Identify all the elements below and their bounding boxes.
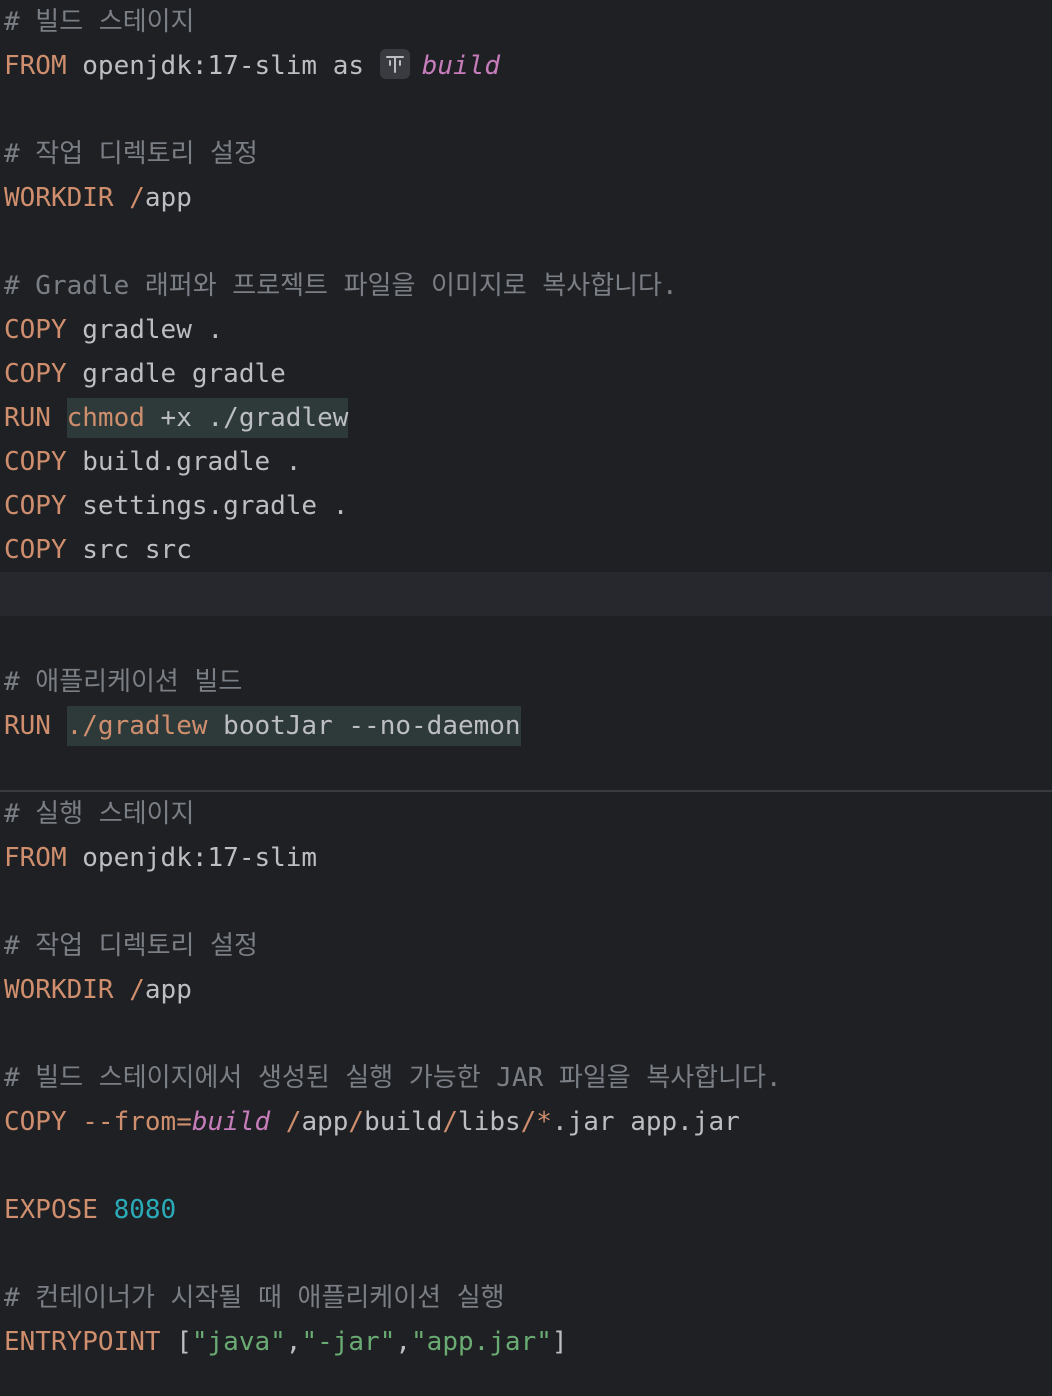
base-image: openjdk:17-slim [82, 843, 318, 873]
copy-args: gradlew . [82, 315, 224, 345]
shell-args: bootJar --no-daemon [207, 711, 521, 741]
code-line-comment: # 컨테이너가 시작될 때 애플리케이션 실행 [4, 1283, 505, 1313]
comma: , [395, 1327, 412, 1357]
bracket-close: ] [551, 1327, 568, 1357]
code-line-expose: EXPOSE 8080 [4, 1190, 176, 1230]
path-segment: app [144, 183, 192, 213]
port-number: 8080 [113, 1195, 177, 1225]
code-line-copy: COPY gradlew . [4, 310, 223, 350]
keyword-expose: EXPOSE [4, 1195, 98, 1225]
code-line-comment: # 작업 디렉토리 설정 [4, 139, 258, 169]
shell-command-highlight: ./gradlew bootJar --no-daemon [66, 706, 521, 746]
path-segment: app [301, 1107, 349, 1137]
current-line-highlight [0, 572, 1052, 616]
shell-args: +x ./gradlew [144, 403, 349, 433]
base-image: openjdk:17-slim [82, 51, 318, 81]
entrypoint-arg: "java" [191, 1327, 286, 1357]
code-line-run: RUN ./gradlew bootJar --no-daemon [4, 706, 521, 746]
path-segment: build [364, 1107, 443, 1137]
code-line-run: RUN chmod +x ./gradlew [4, 398, 349, 438]
code-line-comment: # 빌드 스테이지에서 생성된 실행 가능한 JAR 파일을 복사합니다. [4, 1063, 782, 1093]
copy-args: build.gradle . [82, 447, 302, 477]
code-line-comment: # 애플리케이션 빌드 [4, 667, 243, 697]
shell-command-highlight: chmod +x ./gradlew [66, 398, 349, 438]
keyword-copy: COPY [4, 1107, 67, 1137]
code-line-from: FROM openjdk:17-slim [4, 838, 317, 878]
keyword-run: RUN [4, 403, 51, 433]
stage-name: build [421, 51, 500, 81]
entrypoint-arg: "-jar" [301, 1327, 396, 1357]
shell-command: chmod [66, 403, 145, 433]
code-line-copy: COPY src src [4, 530, 192, 570]
path-segment: libs [458, 1107, 521, 1137]
keyword-copy: COPY [4, 315, 67, 345]
code-line-comment: # Gradle 래퍼와 프로젝트 파일을 이미지로 복사합니다. [4, 271, 678, 301]
code-line-copy: COPY settings.gradle . [4, 486, 348, 526]
path-separator: / [129, 975, 145, 1005]
copy-args: src src [82, 535, 192, 565]
code-line-copy: COPY build.gradle . [4, 442, 301, 482]
entrypoint-arg: "app.jar" [411, 1327, 552, 1357]
path-separator: / [285, 1107, 302, 1137]
copy-args: gradle gradle [82, 359, 286, 389]
code-line-workdir: WORKDIR /app [4, 178, 192, 218]
stage-icon[interactable] [379, 48, 410, 79]
keyword-copy: COPY [4, 491, 67, 521]
keyword-copy: COPY [4, 535, 67, 565]
keyword-from: FROM [4, 51, 67, 81]
code-line-comment: # 빌드 스테이지 [4, 7, 195, 37]
code-line-comment: # 실행 스테이지 [4, 799, 195, 829]
path-separator: / [442, 1107, 459, 1137]
glob-wildcard: * [536, 1107, 552, 1137]
keyword-copy: COPY [4, 447, 67, 477]
code-line-copy: COPY gradle gradle [4, 354, 286, 394]
stage-divider [0, 790, 1052, 792]
code-line-entrypoint: ENTRYPOINT ["java","-jar","app.jar"] [4, 1322, 568, 1362]
keyword-entrypoint: ENTRYPOINT [4, 1327, 161, 1357]
keyword-as: as [332, 51, 365, 81]
path-separator: / [348, 1107, 365, 1137]
bracket-open: [ [176, 1327, 192, 1357]
keyword-from: FROM [4, 843, 67, 873]
stage-reference: build [191, 1107, 271, 1137]
path-segment: app [144, 975, 192, 1005]
keyword-workdir: WORKDIR [4, 975, 114, 1005]
code-line-workdir: WORKDIR /app [4, 970, 192, 1010]
dockerfile-editor[interactable]: # 빌드 스테이지 FROM openjdk:17-slim as build … [0, 0, 1052, 1396]
path-separator: / [129, 183, 145, 213]
code-line-copy: COPY --from=build /app/build/libs/*.jar … [4, 1102, 740, 1142]
code-line-comment: # 작업 디렉토리 설정 [4, 931, 258, 961]
path-separator: / [520, 1107, 537, 1137]
comma: , [285, 1327, 302, 1357]
keyword-copy: COPY [4, 359, 67, 389]
keyword-run: RUN [4, 711, 51, 741]
copy-args: settings.gradle . [82, 491, 349, 521]
copy-args: .jar app.jar [551, 1107, 740, 1137]
shell-command: ./gradlew [66, 711, 208, 741]
keyword-workdir: WORKDIR [4, 183, 114, 213]
from-flag: --from= [82, 1107, 192, 1137]
code-line-from: FROM openjdk:17-slim as build [4, 46, 500, 86]
